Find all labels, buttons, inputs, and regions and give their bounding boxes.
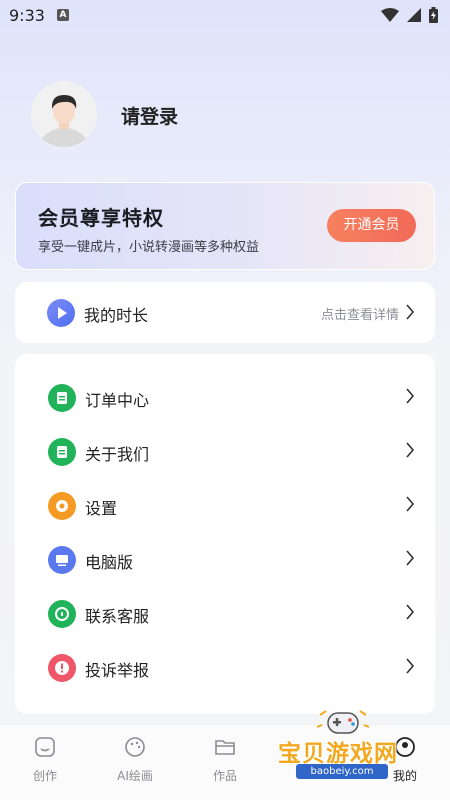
menu-card: 订单中心 关于我们 设置 电脑版 联系客服 投诉举报	[15, 354, 435, 714]
notification-icon: A	[57, 9, 69, 21]
duration-label: 我的时长	[84, 306, 149, 325]
signal-icon	[407, 8, 421, 22]
desktop-icon	[48, 546, 76, 574]
watermark-url: baobeiy.com	[296, 764, 388, 779]
duration-card[interactable]: 我的时长 点击查看详情	[15, 282, 435, 343]
avatar-person-icon	[31, 81, 97, 147]
chevron-right-icon	[406, 604, 415, 620]
open-membership-button[interactable]: 开通会员	[327, 209, 416, 242]
login-text[interactable]: 请登录	[121, 102, 178, 129]
nav-label: 创作	[32, 769, 57, 783]
chevron-right-icon	[406, 304, 415, 320]
complaint-icon	[48, 654, 76, 682]
customer-service-icon	[48, 600, 76, 628]
vip-title: 会员尊享特权	[38, 206, 164, 230]
wifi-icon	[381, 8, 399, 22]
settings-gear-icon	[48, 492, 76, 520]
menu-label: 关于我们	[85, 445, 150, 464]
duration-detail-link[interactable]: 点击查看详情	[321, 304, 399, 323]
menu-label: 订单中心	[85, 391, 150, 410]
nav-item-create[interactable]: 创作	[0, 735, 90, 784]
menu-label: 电脑版	[85, 553, 134, 572]
create-icon	[35, 737, 55, 757]
status-time: 9:33	[9, 6, 45, 25]
avatar[interactable]	[31, 81, 97, 147]
palette-icon	[125, 737, 145, 757]
vip-card[interactable]: 会员尊享特权 享受一键成片，小说转漫画等多种权益 开通会员	[15, 182, 435, 270]
menu-label: 联系客服	[85, 607, 150, 626]
chevron-right-icon	[406, 658, 415, 674]
nav-item-ai-drawing[interactable]: AI绘画	[90, 735, 180, 784]
folder-icon	[215, 740, 235, 755]
play-icon	[47, 299, 75, 327]
chevron-right-icon	[406, 442, 415, 458]
chevron-right-icon	[406, 496, 415, 512]
menu-label: 设置	[85, 499, 118, 518]
chevron-right-icon	[406, 550, 415, 566]
watermark-text: 宝贝游戏网	[278, 741, 398, 767]
vip-subtitle: 享受一键成片，小说转漫画等多种权益	[38, 240, 260, 255]
status-bar: 9:33 A	[0, 0, 450, 32]
status-icons	[381, 7, 438, 23]
menu-item-about-us[interactable]: 关于我们	[15, 425, 435, 479]
nav-label: 作品	[212, 769, 237, 783]
nav-item-works[interactable]: 作品	[180, 735, 270, 784]
menu-item-customer-service[interactable]: 联系客服	[15, 587, 435, 641]
menu-label: 投诉举报	[85, 661, 150, 680]
watermark: 宝贝游戏网 baobeiy.com	[274, 707, 424, 787]
menu-item-complaint[interactable]: 投诉举报	[15, 641, 435, 695]
menu-item-settings[interactable]: 设置	[15, 479, 435, 533]
menu-item-desktop[interactable]: 电脑版	[15, 533, 435, 587]
nav-label: AI绘画	[117, 769, 153, 783]
about-icon	[48, 438, 76, 466]
menu-item-order-center[interactable]: 订单中心	[15, 371, 435, 425]
chevron-right-icon	[406, 388, 415, 404]
battery-icon	[429, 7, 438, 23]
order-icon	[48, 384, 76, 412]
